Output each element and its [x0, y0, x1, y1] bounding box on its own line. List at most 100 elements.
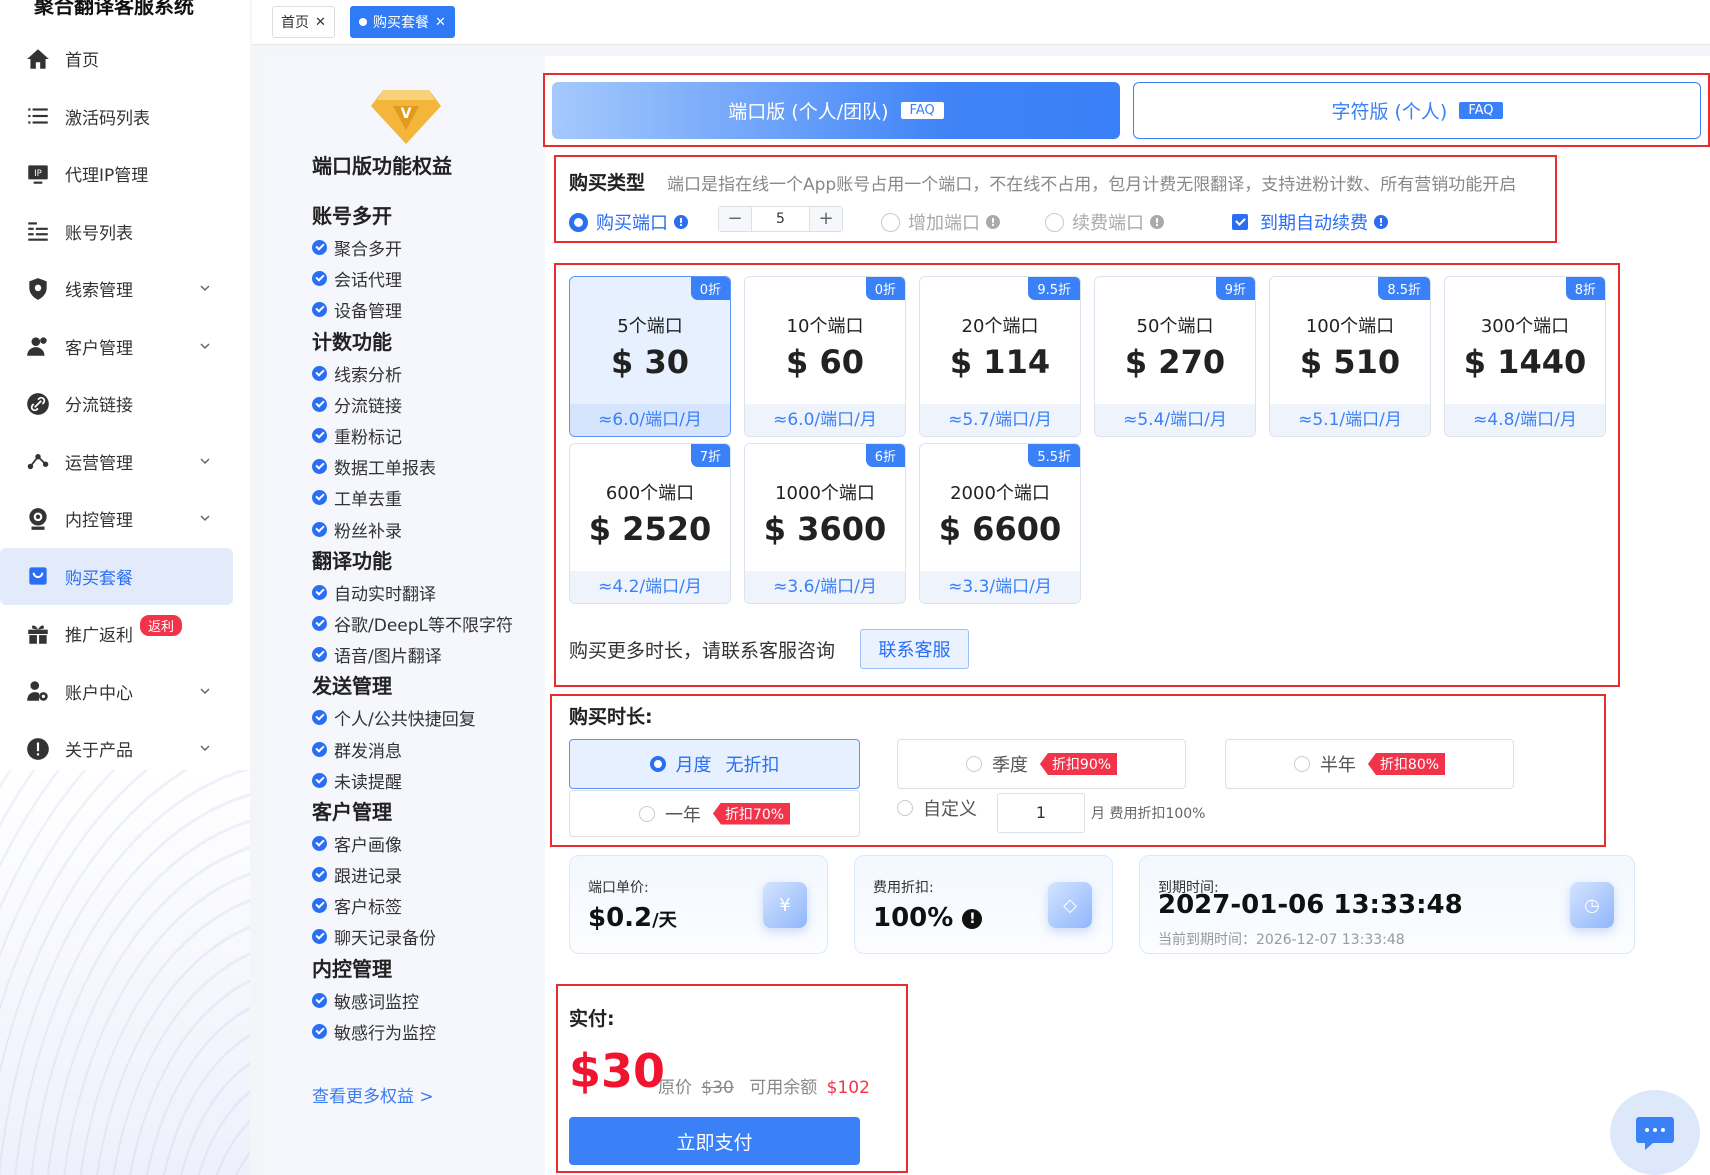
duration-monthly-extra: 无折扣 — [725, 755, 780, 776]
package-discount-badge: 9.5折 — [1028, 277, 1080, 300]
package-card[interactable]: 6折 1000个端口 $ 3600 ≈3.6/端口/月 — [744, 443, 906, 604]
unit-price-card: 端口单价: $0.2/天 ¥ — [569, 855, 828, 954]
duration-custom[interactable]: 自定义 — [897, 795, 977, 821]
check-circle-icon — [312, 490, 327, 506]
package-discount-badge: 7折 — [690, 444, 730, 467]
tab-purchase[interactable]: 购买套餐 ✕ — [350, 6, 455, 38]
duration-half-year[interactable]: 半年 折扣80% — [1225, 739, 1514, 789]
info-icon[interactable]: ! — [674, 215, 688, 229]
sidebar-background — [0, 770, 250, 1175]
pay-now-button[interactable]: 立即支付 — [569, 1117, 860, 1165]
sidebar-item-split-links[interactable]: 分流链接 — [0, 375, 234, 433]
sidebar-item-operations[interactable]: 运营管理 — [0, 433, 234, 491]
package-card[interactable]: 8.5折 100个端口 $ 510 ≈5.1/端口/月 — [1269, 276, 1431, 437]
svg-text:V: V — [401, 106, 412, 122]
sidebar-item-label: 客户管理 — [65, 338, 133, 359]
contact-support-button[interactable]: 联系客服 — [860, 629, 969, 669]
sidebar-item-label: 代理IP管理 — [65, 166, 149, 187]
info-icon[interactable]: ! — [1374, 215, 1388, 229]
share-icon — [24, 447, 52, 475]
decrement-button[interactable]: − — [719, 207, 751, 231]
benefit-item-label: 聊天记录备份 — [334, 929, 436, 950]
duration-label: 购买时长: — [569, 706, 653, 728]
package-card[interactable]: 0折 10个端口 $ 60 ≈6.0/端口/月 — [744, 276, 906, 437]
sidebar-item-customers[interactable]: 客户管理 — [0, 318, 234, 376]
package-price: $ 2520 — [588, 510, 712, 548]
char-version-button[interactable]: 字符版 (个人) FAQ — [1133, 82, 1701, 139]
info-icon[interactable]: ! — [962, 908, 983, 929]
benefit-item-label: 敏感行为监控 — [334, 1023, 436, 1044]
check-circle-icon — [312, 240, 327, 256]
package-price: $ 30 — [611, 343, 689, 381]
benefit-item-label: 分流链接 — [334, 396, 402, 417]
faq-badge[interactable]: FAQ — [1459, 102, 1503, 119]
sidebar-item-accounts[interactable]: 账号列表 — [0, 203, 234, 261]
sidebar-item-internal-control[interactable]: 内控管理 — [0, 490, 234, 548]
duration-monthly[interactable]: 月度 无折扣 — [569, 739, 860, 789]
info-icon[interactable]: ! — [1150, 215, 1164, 229]
package-name: 600个端口 — [605, 483, 695, 504]
quantity-stepper[interactable]: − 5 + — [718, 206, 843, 232]
buy-port-radio[interactable]: 购买端口 ! — [569, 209, 688, 235]
close-icon[interactable]: ✕ — [435, 15, 446, 30]
check-circle-icon — [312, 302, 327, 318]
benefit-item: 敏感行为监控 — [312, 1016, 542, 1047]
shield-icon — [24, 275, 52, 303]
auto-renew-label: 到期自动续费 — [1260, 213, 1368, 234]
package-card[interactable]: 7折 600个端口 $ 2520 ≈4.2/端口/月 — [569, 443, 731, 604]
renew-port-radio[interactable]: 续费端口 ! — [1045, 209, 1164, 235]
check-circle-icon — [312, 271, 327, 287]
balance-value: $102 — [826, 1078, 870, 1098]
tab-home[interactable]: 首页 ✕ — [272, 6, 335, 38]
increment-button[interactable]: + — [810, 207, 842, 231]
close-icon[interactable]: ✕ — [315, 15, 326, 30]
package-card[interactable]: 0折 5个端口 $ 30 ≈6.0/端口/月 — [569, 276, 731, 437]
sidebar-item-home[interactable]: 首页 — [0, 30, 234, 88]
sidebar-item-referral[interactable]: 推广返利 返利 — [0, 605, 234, 663]
benefit-item: 客户画像 — [312, 828, 542, 859]
package-card[interactable]: 9折 50个端口 $ 270 ≈5.4/端口/月 — [1094, 276, 1256, 437]
custom-months-input[interactable]: 1 — [997, 793, 1085, 833]
radio-circle — [638, 805, 655, 822]
package-discount-badge: 0折 — [865, 277, 905, 300]
original-price: $30 — [701, 1078, 734, 1098]
sidebar-item-label: 首页 — [65, 51, 99, 72]
sidebar-item-about[interactable]: 关于产品 — [0, 720, 234, 778]
check-circle-icon — [312, 835, 327, 851]
package-card[interactable]: 8折 300个端口 $ 1440 ≈4.8/端口/月 — [1444, 276, 1606, 437]
package-name: 300个端口 — [1480, 316, 1570, 337]
package-price: $ 114 — [949, 343, 1051, 381]
info-icon — [24, 735, 52, 763]
sidebar-item-account-center[interactable]: 账户中心 — [0, 663, 234, 721]
benefit-group-title: 客户管理 — [312, 799, 392, 824]
package-discount-badge: 8折 — [1565, 277, 1605, 300]
auto-renew-checkbox[interactable]: 到期自动续费 ! — [1232, 209, 1388, 235]
package-card[interactable]: 5.5折 2000个端口 $ 6600 ≈3.3/端口/月 — [919, 443, 1081, 604]
sidebar-item-activation-codes[interactable]: 激活码列表 — [0, 88, 234, 146]
benefit-group-title: 内控管理 — [312, 956, 392, 981]
chat-button[interactable] — [1610, 1090, 1700, 1175]
port-version-button[interactable]: 端口版 (个人/团队) FAQ — [552, 82, 1120, 139]
sidebar-item-proxy-ip[interactable]: IP 代理IP管理 — [0, 145, 234, 203]
sidebar-item-purchase[interactable]: 购买套餐 — [0, 547, 233, 605]
package-card[interactable]: 9.5折 20个端口 $ 114 ≈5.7/端口/月 — [919, 276, 1081, 437]
renew-port-label: 续费端口 — [1072, 213, 1144, 234]
duration-year[interactable]: 一年 折扣70% — [569, 790, 860, 837]
benefit-item: 重粉标记 — [312, 420, 542, 451]
package-unit-price: ≈5.7/端口/月 — [920, 404, 1080, 436]
add-port-radio[interactable]: 增加端口 ! — [881, 209, 1000, 235]
sidebar-item-leads[interactable]: 线索管理 — [0, 260, 234, 318]
faq-badge[interactable]: FAQ — [900, 102, 944, 119]
benefit-item-label: 谷歌/DeepL等不限字符 — [334, 615, 513, 636]
more-benefits-link[interactable]: 查看更多权益 > — [312, 1082, 434, 1107]
duration-quarter[interactable]: 季度 折扣90% — [897, 739, 1186, 789]
check-circle-icon — [312, 772, 327, 788]
info-icon[interactable]: ! — [986, 215, 1000, 229]
purchase-type-label: 购买类型 — [569, 172, 646, 194]
package-price: $ 6600 — [938, 510, 1062, 548]
sidebar-item-label: 分流链接 — [65, 396, 133, 417]
package-unit-price: ≈3.3/端口/月 — [920, 571, 1080, 603]
benefit-item-label: 敏感词监控 — [334, 992, 419, 1013]
quantity-value[interactable]: 5 — [751, 207, 810, 231]
benefit-item: 粉丝补录 — [312, 514, 542, 545]
